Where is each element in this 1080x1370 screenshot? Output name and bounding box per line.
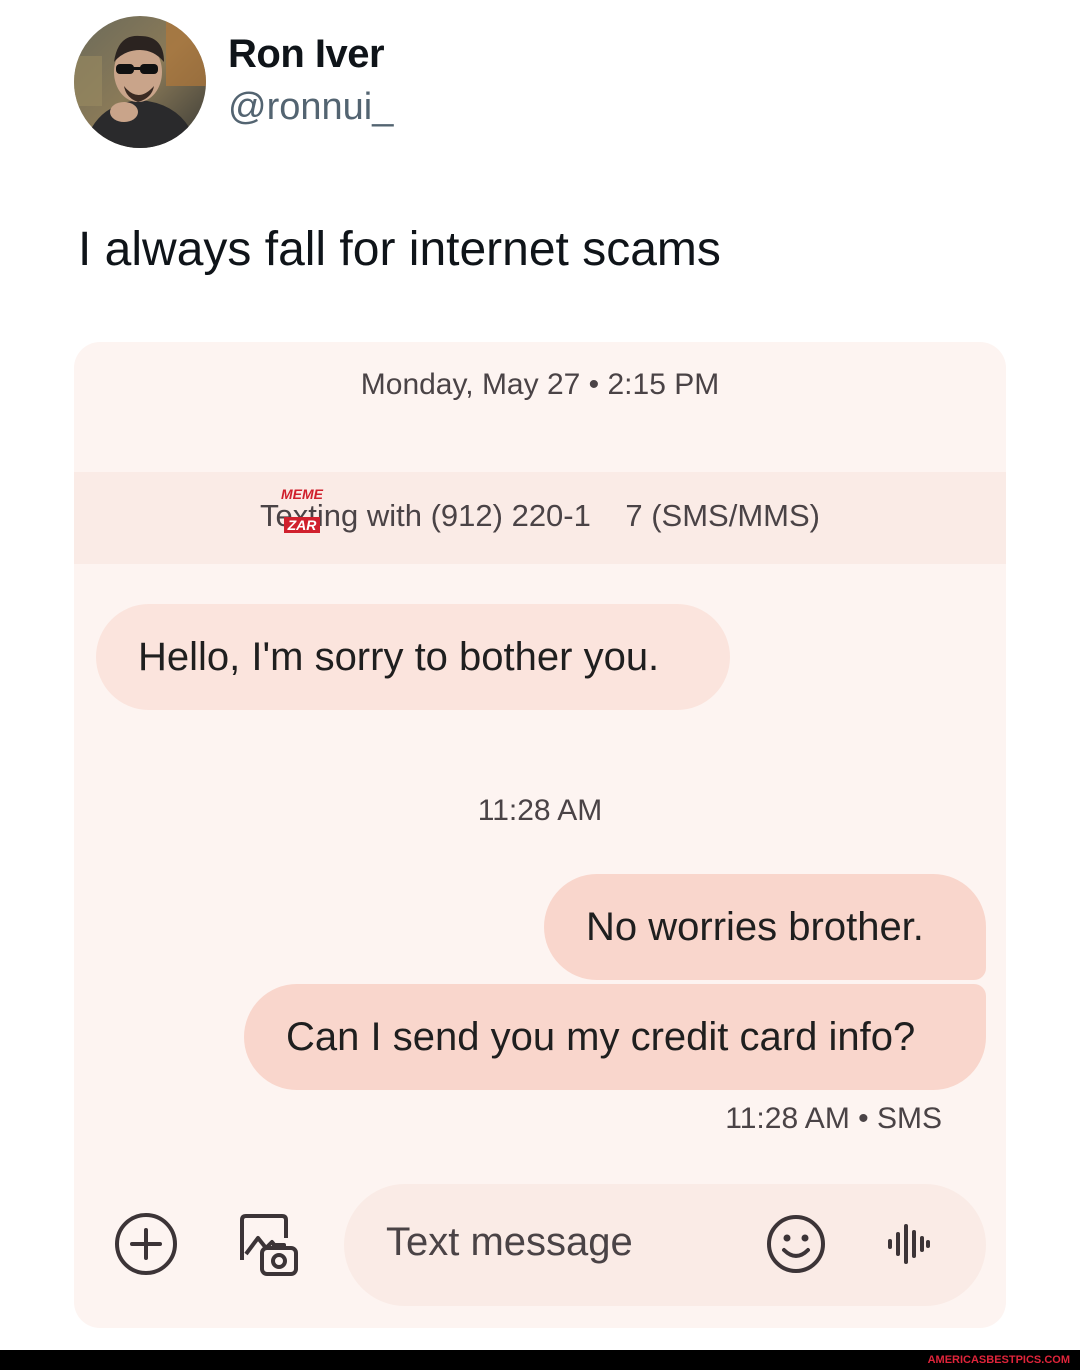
texting-with-text: Texting with (912) 220-1 7 MEME ZAR (SMS/M… xyxy=(74,486,1006,534)
text-message-placeholder: Text message xyxy=(386,1220,633,1264)
watermark-bottom-text: ZAR xyxy=(283,517,321,533)
author-name[interactable]: Ron Iver xyxy=(228,32,385,77)
conversation-date-header: Monday, May 27 • 2:15 PM xyxy=(360,368,720,401)
phone-number: Texting with (912) 220-1 7 MEME ZAR xyxy=(260,486,643,534)
site-watermark-bar: AMERICASBESTPICS.COM xyxy=(0,1350,1080,1370)
gallery-icon xyxy=(240,1214,298,1276)
message-text: Hello, I'm sorry to bother you. xyxy=(138,634,660,679)
emoji-button[interactable] xyxy=(762,1210,830,1278)
add-icon xyxy=(115,1213,177,1275)
message-type: (SMS/MMS) xyxy=(651,498,820,533)
voice-icon xyxy=(888,1224,930,1264)
site-watermark: AMERICASBESTPICS.COM xyxy=(927,1354,1070,1366)
texting-with-banner: Texting with (912) 220-1 7 MEME ZAR (SMS/M… xyxy=(74,472,1006,564)
gallery-camera-button[interactable] xyxy=(232,1208,304,1280)
tweet-text: I always fall for internet scams xyxy=(78,223,721,276)
memezar-watermark: MEME ZAR xyxy=(272,486,332,536)
add-attachment-button[interactable] xyxy=(112,1210,180,1278)
emoji-icon xyxy=(767,1215,825,1273)
messages-screenshot: Monday, May 27 • 2:15 PM Texting with (9… xyxy=(74,342,1006,1328)
outgoing-message-bubble[interactable]: Can I send you my credit card info? xyxy=(244,984,986,1090)
phone-number-suffix: 7 xyxy=(625,498,643,533)
author-handle[interactable]: @ronnui_ xyxy=(228,86,393,129)
message-text: Can I send you my credit card info? xyxy=(286,1014,916,1059)
hidden-digits xyxy=(591,498,625,533)
voice-message-button[interactable] xyxy=(878,1214,938,1274)
text-message-input[interactable]: Text message xyxy=(344,1184,986,1306)
message-timestamp: 11:28 AM xyxy=(477,794,603,827)
avatar[interactable] xyxy=(74,16,206,148)
watermark-top-text: MEME xyxy=(281,486,324,502)
incoming-message-bubble[interactable]: Hello, I'm sorry to bother you. xyxy=(96,604,730,710)
message-text: No worries brother. xyxy=(586,904,924,949)
message-status-timestamp: 11:28 AM • SMS xyxy=(725,1102,942,1135)
outgoing-message-bubble[interactable]: No worries brother. xyxy=(544,874,986,980)
